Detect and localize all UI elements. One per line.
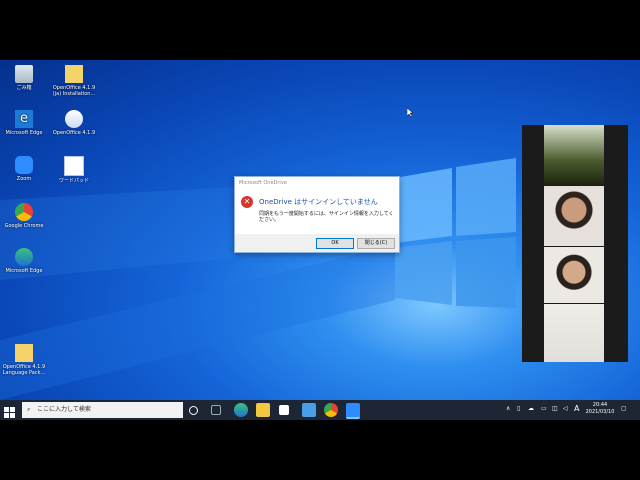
dialog-heading: OneDrive はサインインしていません — [259, 198, 378, 206]
start-button[interactable] — [4, 404, 16, 418]
dialog-message: 同期をもう一度開始するには、サインイン情報を入力してください。 — [259, 211, 394, 223]
ime-indicator[interactable]: A — [574, 404, 579, 413]
error-icon: ✕ — [241, 196, 253, 208]
video-tile — [544, 304, 604, 362]
video-tile — [544, 186, 604, 246]
chrome-taskbar-icon[interactable] — [324, 403, 338, 417]
store-icon[interactable] — [279, 405, 289, 415]
desktop-icon-label: ごみ箱 — [16, 85, 32, 91]
desktop-icon-label: OpenOffice 4.1.9 — [52, 130, 96, 136]
zoom-icon — [15, 156, 33, 174]
desktop-icon-label: OpenOffice 4.1.9 Language Pack... — [2, 364, 46, 376]
desktop-icon-openoffice-langpack[interactable]: OpenOffice 4.1.9 Language Pack... — [2, 344, 46, 376]
chrome-icon — [15, 203, 33, 221]
edge-icon: e — [15, 110, 33, 128]
zoom-taskbar-icon[interactable] — [346, 403, 360, 419]
onedrive-icon[interactable]: ☁ — [528, 405, 534, 412]
clock-time: 20:44 — [592, 402, 608, 408]
onedrive-dialog: Microsoft OneDrive ✕ OneDrive はサインインしていま… — [234, 176, 400, 253]
wordpad-icon — [64, 156, 84, 176]
desktop-icon-edge-2[interactable]: Microsoft Edge — [2, 248, 46, 274]
usb-icon[interactable]: ▯ — [517, 405, 520, 412]
windows-icon — [4, 407, 15, 418]
dialog-body: ✕ OneDrive はサインインしていません 同期をもう一度開始するには、サイ… — [235, 189, 399, 234]
dialog-title: Microsoft OneDrive — [235, 177, 399, 189]
video-tile — [544, 125, 604, 185]
desktop-icon-chrome[interactable]: Google Chrome — [2, 203, 46, 229]
desktop-icon-label: ワードパッド — [58, 178, 89, 184]
show-hidden-icons-icon[interactable]: ∧ — [506, 405, 510, 412]
battery-icon[interactable]: ▭ — [541, 405, 547, 412]
search-placeholder: ここに入力して検索 — [37, 406, 91, 413]
taskbar: ⌕ ここに入力して検索 ∧ ▯ ☁ ▭ ◫ ◁ A 20:44 2021/03/… — [0, 400, 640, 420]
recycle-bin-icon — [15, 65, 33, 83]
video-tile — [544, 247, 604, 303]
desktop-icon-label: OpenOffice 4.1.9 (ja) Installation... — [52, 85, 96, 97]
desktop-icon-label: Google Chrome — [4, 223, 44, 229]
mail-icon[interactable] — [302, 403, 316, 417]
network-icon[interactable]: ◫ — [552, 405, 558, 412]
desktop-icon-label: Microsoft Edge — [5, 268, 43, 274]
desktop-icon-openoffice[interactable]: OpenOffice 4.1.9 — [52, 110, 96, 136]
search-icon: ⌕ — [27, 406, 31, 413]
edge-taskbar-icon[interactable] — [234, 403, 248, 417]
desktop-icon-edge[interactable]: e Microsoft Edge — [2, 110, 46, 136]
folder-icon — [65, 65, 83, 83]
folder-icon — [15, 344, 33, 362]
desktop-icon-label: Microsoft Edge — [5, 130, 43, 136]
desktop-icon-zoom[interactable]: Zoom — [2, 156, 46, 182]
notification-icon[interactable]: ▢ — [621, 405, 627, 412]
search-box[interactable]: ⌕ ここに入力して検索 — [22, 402, 183, 418]
desktop-icon-openoffice-installation[interactable]: OpenOffice 4.1.9 (ja) Installation... — [52, 65, 96, 97]
clock[interactable]: 20:44 2021/03/10 — [583, 402, 617, 416]
volume-icon[interactable]: ◁ — [563, 405, 568, 412]
desktop-icon-label: Zoom — [16, 176, 32, 182]
file-explorer-icon[interactable] — [256, 403, 270, 417]
cortana-icon[interactable] — [189, 406, 198, 415]
openoffice-icon — [65, 110, 83, 128]
edge-icon — [15, 248, 33, 266]
close-button[interactable]: 閉じる(C) — [357, 238, 395, 249]
desktop-icon-wordpad[interactable]: ワードパッド — [52, 156, 96, 184]
desktop-icon-recycle-bin[interactable]: ごみ箱 — [2, 65, 46, 91]
task-view-icon[interactable] — [211, 405, 221, 415]
video-call-panel — [522, 125, 628, 362]
ok-button[interactable]: OK — [316, 238, 354, 249]
clock-date: 2021/03/10 — [585, 409, 615, 415]
